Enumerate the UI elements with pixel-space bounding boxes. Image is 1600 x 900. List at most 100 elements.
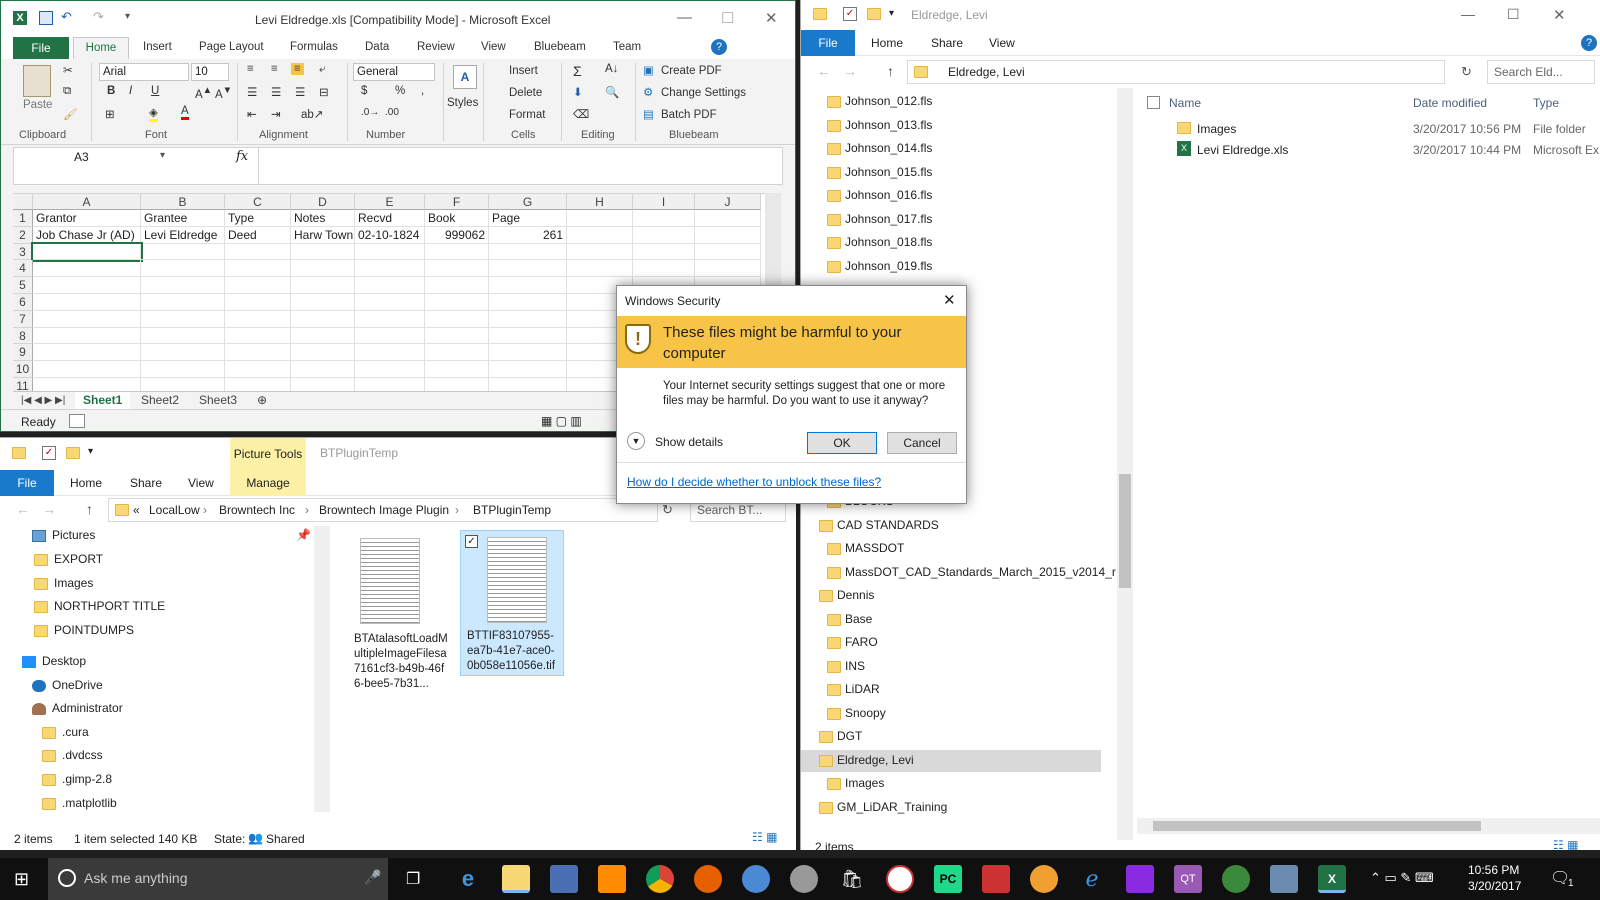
cell-f8[interactable]: [425, 327, 489, 345]
currency-icon[interactable]: $: [361, 85, 367, 97]
cell-h1[interactable]: [567, 210, 633, 227]
cell-d6[interactable]: [291, 294, 355, 311]
outdent-icon[interactable]: ⇥: [271, 107, 281, 121]
internet-explorer-icon[interactable]: ℯ: [1078, 865, 1106, 893]
back-icon[interactable]: ←: [817, 63, 831, 79]
cell-f5[interactable]: [425, 277, 489, 294]
cell-i2[interactable]: [633, 226, 695, 244]
column-header-f[interactable]: F: [425, 194, 489, 210]
cell-c6[interactable]: [225, 294, 291, 311]
cell-d5[interactable]: [291, 277, 355, 294]
cell-g9[interactable]: [489, 344, 567, 362]
name-box-dropdown-icon[interactable]: ▾: [160, 150, 165, 161]
insert-cells-button[interactable]: Insert: [509, 65, 538, 77]
save-icon[interactable]: [39, 11, 53, 25]
increase-decimal-icon[interactable]: .0→: [361, 107, 379, 118]
bold-button[interactable]: B: [107, 85, 115, 97]
tree-item[interactable]: CAD STANDARDS: [819, 518, 939, 532]
cell-c2[interactable]: Deed: [225, 226, 291, 244]
column-header-e[interactable]: E: [355, 194, 425, 210]
cell-c8[interactable]: [225, 327, 291, 345]
cell-e3[interactable]: [355, 243, 425, 261]
cortana-search-box[interactable]: Ask me anything 🎤: [48, 858, 388, 900]
tree-scrollbar[interactable]: [1117, 88, 1133, 840]
comma-icon[interactable]: ,: [421, 85, 424, 97]
decrease-decimal-icon[interactable]: .00: [385, 107, 399, 118]
cell-a1[interactable]: Grantor: [33, 210, 141, 227]
cell-j3[interactable]: [695, 243, 761, 261]
column-header-g[interactable]: G: [489, 194, 567, 210]
tree-item[interactable]: MassDOT_CAD_Standards_March_2015_v2014_r: [827, 565, 1116, 579]
cell-a10[interactable]: [33, 361, 141, 378]
tree-item[interactable]: Johnson_018.fls: [827, 235, 932, 249]
undo-icon[interactable]: ↶: [61, 10, 75, 25]
properties-icon[interactable]: ✓: [42, 446, 56, 460]
macro-record-icon[interactable]: [69, 414, 85, 428]
maximize-icon[interactable]: ☐: [721, 9, 734, 27]
column-header-d[interactable]: D: [291, 194, 355, 210]
column-header-b[interactable]: B: [141, 194, 225, 210]
tree-item[interactable]: .dvdcss: [42, 748, 103, 762]
row-header-6[interactable]: 6: [13, 294, 33, 311]
edge-icon[interactable]: e: [454, 865, 482, 893]
cell-b10[interactable]: [141, 361, 225, 378]
format-cells-button[interactable]: Format: [509, 109, 545, 121]
tree-item[interactable]: Johnson_013.fls: [827, 118, 932, 132]
cell-h3[interactable]: [567, 243, 633, 261]
tab-file[interactable]: File: [13, 37, 69, 59]
cell-e8[interactable]: [355, 327, 425, 345]
google-earth-icon[interactable]: [742, 865, 770, 893]
firefox-icon[interactable]: [694, 865, 722, 893]
redo-icon[interactable]: ↷: [93, 10, 107, 25]
clear-icon[interactable]: ⌫: [573, 107, 589, 121]
styles-icon[interactable]: A: [453, 65, 477, 89]
cut-icon[interactable]: ✂: [63, 63, 73, 77]
cell-c3[interactable]: [225, 243, 291, 261]
align-bottom-icon[interactable]: ≡: [291, 63, 304, 75]
cell-a7[interactable]: [33, 310, 141, 328]
cell-c1[interactable]: Type: [225, 210, 291, 227]
font-size-select[interactable]: 10: [191, 63, 229, 81]
cell-b3[interactable]: [141, 243, 225, 261]
row-header-5[interactable]: 5: [13, 277, 33, 294]
align-top-icon[interactable]: ≡: [247, 63, 254, 75]
picture-tools-tab[interactable]: Picture Tools: [230, 438, 306, 470]
maximize-icon[interactable]: ☐: [1507, 6, 1520, 23]
grow-font-icon[interactable]: A▲: [195, 85, 212, 101]
tab-team[interactable]: Team: [613, 41, 641, 53]
horizontal-scroll-thumb[interactable]: [1153, 821, 1481, 831]
help-icon[interactable]: ?: [711, 39, 727, 55]
cell-f3[interactable]: [425, 243, 489, 261]
tree-item[interactable]: Dennis: [819, 588, 874, 602]
cell-a3[interactable]: [31, 241, 143, 263]
tree-scrollbar[interactable]: [314, 526, 330, 812]
tab-formulas[interactable]: Formulas: [290, 41, 338, 53]
cell-f6[interactable]: [425, 294, 489, 311]
cell-a6[interactable]: [33, 294, 141, 311]
underline-button[interactable]: U: [151, 85, 159, 97]
globe-app-icon[interactable]: [790, 865, 818, 893]
cell-d4[interactable]: [291, 260, 355, 278]
cell-g2[interactable]: 261: [489, 226, 567, 244]
cell-d9[interactable]: [291, 344, 355, 362]
cell-b8[interactable]: [141, 327, 225, 345]
row-header-2[interactable]: 2: [13, 226, 33, 244]
cell-i4[interactable]: [633, 260, 695, 278]
cell-f1[interactable]: Book: [425, 210, 489, 227]
forward-icon[interactable]: →: [843, 63, 857, 79]
tree-item[interactable]: Snoopy: [827, 706, 886, 720]
cell-d8[interactable]: [291, 327, 355, 345]
calculator-app-icon[interactable]: [598, 865, 626, 893]
cell-d2[interactable]: Harw Town: [291, 226, 355, 244]
row-header-3[interactable]: 3: [13, 243, 33, 261]
up-icon[interactable]: ↑: [86, 501, 93, 517]
tree-item[interactable]: Johnson_019.fls: [827, 259, 932, 273]
system-tray-icons[interactable]: ⌃ ▭ ✎ ⌨: [1370, 870, 1434, 886]
clock-time[interactable]: 10:56 PM: [1468, 863, 1519, 877]
file-row[interactable]: X Levi Eldredge.xls 3/20/2017 10:44 PM M…: [1137, 139, 1600, 159]
customize-qat-icon[interactable]: ▾: [125, 11, 139, 25]
search-input[interactable]: Search Eld...: [1494, 61, 1563, 83]
tree-item[interactable]: Eldredge, Levi: [801, 749, 1101, 772]
minimize-icon[interactable]: —: [677, 9, 692, 26]
sort-filter-icon[interactable]: A↓: [605, 63, 618, 75]
